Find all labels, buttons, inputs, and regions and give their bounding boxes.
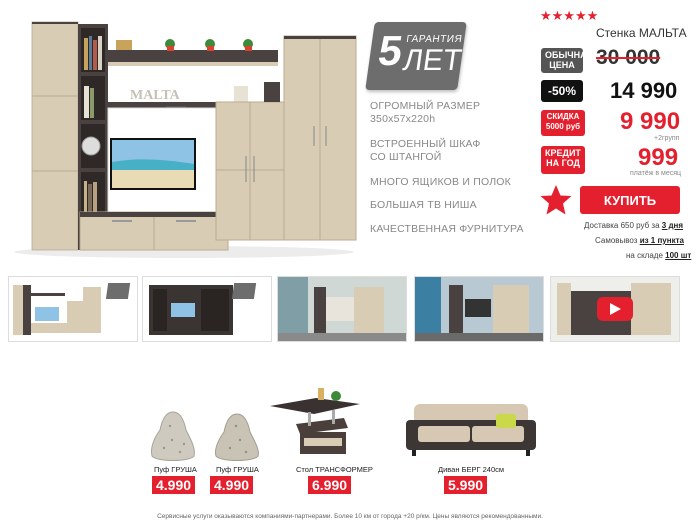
footer-disclaimer: Сервисные услуги оказываются компаниями-… bbox=[157, 513, 543, 520]
rating-stars[interactable]: ★★★★★ bbox=[540, 8, 598, 24]
regular-price-tag: ОБЫЧНАЯ ЦЕНА bbox=[541, 48, 594, 73]
delivery-text: Доставка 650 руб за bbox=[584, 221, 660, 230]
discount-price: 14 990 bbox=[610, 78, 678, 103]
related-item-4-image[interactable] bbox=[404, 400, 538, 462]
thumbnail-1[interactable] bbox=[8, 276, 138, 342]
thumbnail-3[interactable] bbox=[277, 276, 407, 342]
product-title: Стенка МАЛЬТА bbox=[596, 26, 687, 40]
related-item-2-price: 4.990 bbox=[210, 476, 254, 494]
credit-label: КРЕДИТ НА ГОД bbox=[545, 148, 581, 168]
related-item-2-image[interactable] bbox=[212, 410, 262, 464]
extra-discount-label: СКИДКА 5000 руб bbox=[545, 112, 581, 131]
pickup-points-link[interactable]: из 1 пункта bbox=[640, 236, 684, 245]
related-item-3-price: 6.990 bbox=[308, 476, 352, 494]
feature-tv-niche: БОЛЬШАЯ ТВ НИША bbox=[370, 199, 477, 211]
feature-size-value: 350x57x220h bbox=[370, 113, 436, 125]
related-item-4-price: 5.990 bbox=[444, 476, 488, 494]
regular-price: 30 000 bbox=[596, 46, 661, 69]
stock-text: на складе bbox=[626, 251, 663, 260]
credit-note: платёж в месяц bbox=[630, 170, 682, 177]
stock-count-link[interactable]: 100 шт bbox=[665, 251, 691, 260]
related-item-4-name[interactable]: Диван БЕРГ 240см bbox=[438, 465, 504, 474]
related-item-2-name[interactable]: Пуф ГРУША bbox=[216, 465, 259, 474]
regular-price-label: ОБЫЧНАЯ ЦЕНА bbox=[545, 50, 594, 70]
pickup-info: Самовывоз из 1 пункта bbox=[595, 236, 684, 245]
credit-tag: КРЕДИТ НА ГОД bbox=[541, 146, 585, 174]
discount-percent: -50% bbox=[541, 80, 583, 102]
delivery-days-link[interactable]: 3 дня bbox=[662, 221, 683, 230]
related-item-3-name[interactable]: Стол ТРАНСФОРМЕР bbox=[296, 465, 373, 474]
feature-hardware: КАЧЕСТВЕННАЯ ФУРНИТУРА bbox=[370, 223, 524, 235]
thumbnail-video[interactable] bbox=[550, 276, 680, 342]
buy-button[interactable]: КУПИТЬ bbox=[580, 186, 680, 214]
feature-size-title: ОГРОМНЫЙ РАЗМЕР bbox=[370, 100, 481, 112]
related-item-3-image[interactable] bbox=[266, 384, 364, 464]
related-item-1-price: 4.990 bbox=[152, 476, 196, 494]
delivery-info: Доставка 650 руб за 3 дня bbox=[584, 221, 683, 230]
hero-brand-text: MALTA bbox=[130, 88, 181, 103]
feature-wardrobe-line1: ВСТРОЕННЫЙ ШКАФ bbox=[370, 138, 481, 150]
favorite-star-icon[interactable] bbox=[540, 184, 572, 216]
related-item-1-name[interactable]: Пуф ГРУША bbox=[154, 465, 197, 474]
guarantee-number: 5 bbox=[375, 27, 406, 74]
credit-price: 999 bbox=[638, 144, 679, 171]
extra-discount-note: +2групп bbox=[654, 135, 680, 142]
thumbnail-4[interactable] bbox=[414, 276, 544, 342]
play-icon bbox=[597, 297, 633, 321]
feature-drawers: МНОГО ЯЩИКОВ И ПОЛОК bbox=[370, 176, 511, 188]
extra-discount-price: 9 990 bbox=[620, 108, 681, 135]
extra-discount-tag: СКИДКА 5000 руб bbox=[541, 110, 585, 136]
thumbnail-2[interactable] bbox=[142, 276, 272, 342]
product-main-image[interactable]: MALTA bbox=[4, 6, 360, 260]
stock-info: на складе 100 шт bbox=[626, 251, 691, 260]
pickup-text: Самовывоз bbox=[595, 236, 638, 245]
guarantee-bottom-word: ЛЕТ bbox=[401, 44, 464, 77]
guarantee-badge: 5 ГАРАНТИЯ ЛЕТ bbox=[365, 22, 467, 90]
feature-wardrobe-line2: СО ШТАНГОЙ bbox=[370, 151, 442, 163]
related-item-1-image[interactable] bbox=[148, 408, 198, 464]
